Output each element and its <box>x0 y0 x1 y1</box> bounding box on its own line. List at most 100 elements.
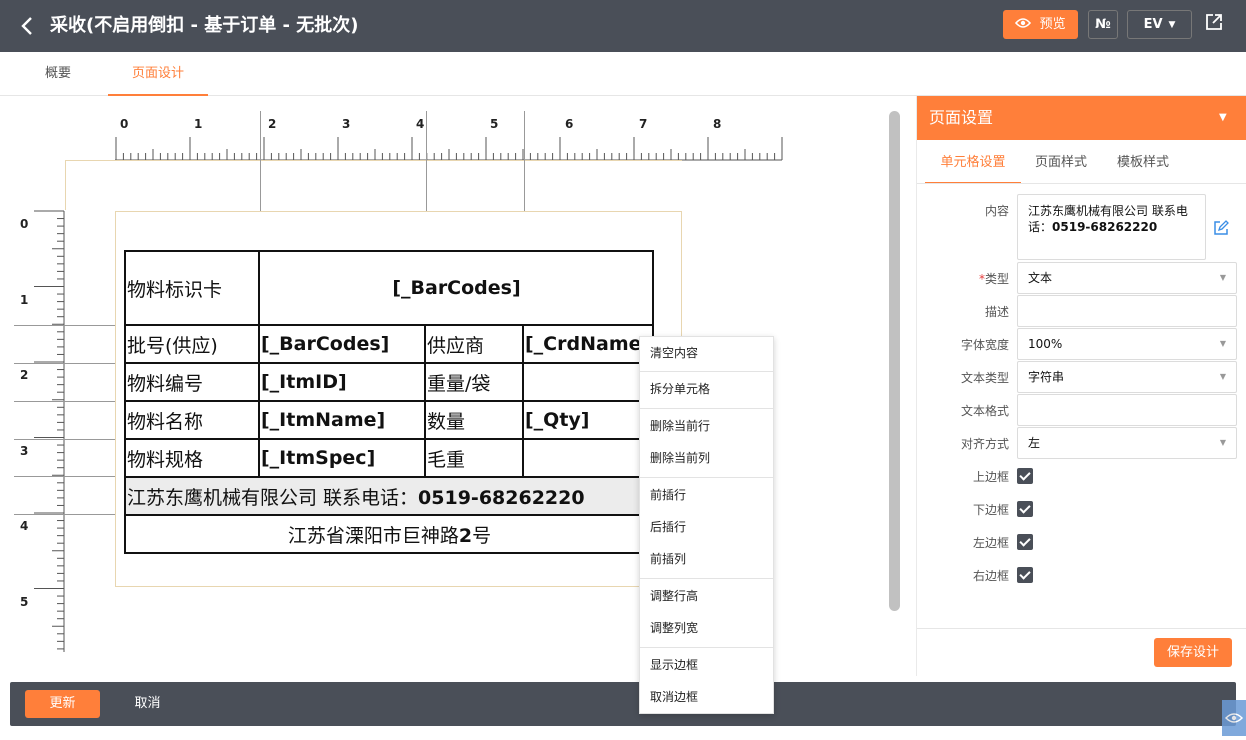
menu-insert-column-before[interactable]: 前插列 <box>640 543 773 575</box>
font-width-label: 字体宽度 <box>960 338 1009 352</box>
top-ruler <box>115 137 783 161</box>
main-tabs: 概要 页面设计 <box>0 52 1246 96</box>
edit-icon[interactable] <box>1213 220 1229 236</box>
guide-line <box>14 401 115 402</box>
border-top-label: 上边框 <box>972 470 1009 484</box>
table-cell[interactable]: 供应商 <box>424 324 524 364</box>
address-cell[interactable]: 江苏省溧阳市巨神路2号 <box>124 514 654 554</box>
cancel-button[interactable]: 取消 <box>120 690 175 718</box>
table-cell[interactable]: [_BarCodes] <box>258 250 654 326</box>
numero-button[interactable]: № <box>1088 10 1118 39</box>
text-format-input[interactable] <box>1017 394 1237 426</box>
top-bar: 采收(不启用倒扣 - 基于订单 - 无批次) 预览 № EV ▼ <box>0 0 1246 52</box>
tab-cell-settings[interactable]: 单元格设置 <box>925 150 1021 184</box>
table-row: 批号(供应) [_BarCodes] 供应商 [_CrdName] <box>124 324 654 364</box>
table-cell[interactable]: [_ItmSpec] <box>258 438 426 478</box>
tab-overview[interactable]: 概要 <box>30 52 86 96</box>
ruler-top-5: 5 <box>490 117 499 131</box>
menu-adjust-row-height[interactable]: 调整行高 <box>640 580 773 612</box>
menu-hide-border[interactable]: 取消边框 <box>640 681 773 713</box>
tab-page-style[interactable]: 页面样式 <box>1027 150 1095 184</box>
page-title: 采收(不启用倒扣 - 基于订单 - 无批次) <box>50 15 359 36</box>
border-top-checkbox[interactable] <box>1017 468 1033 484</box>
table-cell[interactable] <box>522 438 654 478</box>
update-button[interactable]: 更新 <box>25 690 100 718</box>
table-cell[interactable]: 物料名称 <box>124 400 260 440</box>
vertical-scrollbar[interactable] <box>889 111 900 611</box>
border-left-checkbox[interactable] <box>1017 534 1033 550</box>
label-table[interactable]: 物料标识卡 [_BarCodes] 批号(供应) [_BarCodes] 供应商… <box>124 250 654 554</box>
chevron-left-icon <box>21 17 32 35</box>
desc-label: 描述 <box>984 305 1009 319</box>
ruler-top-3: 3 <box>342 117 351 131</box>
preview-label: 预览 <box>1039 17 1066 32</box>
settings-panel: 页面设置 ▼ 单元格设置 页面样式 模板样式 内容 江苏东鹰机械有限公司 联系电… <box>916 96 1246 676</box>
menu-divider <box>640 647 773 648</box>
selected-cell[interactable]: 江苏东鹰机械有限公司 联系电话：0519-68262220 <box>124 476 654 516</box>
table-cell[interactable]: 物料标识卡 <box>124 250 260 326</box>
border-right-checkbox[interactable] <box>1017 567 1033 583</box>
menu-split-cell[interactable]: 拆分单元格 <box>640 373 773 405</box>
ruler-left-0: 0 <box>20 217 29 231</box>
text-type-value: 字符串 <box>1028 370 1065 384</box>
align-label: 对齐方式 <box>960 437 1009 451</box>
menu-divider <box>640 578 773 579</box>
type-label-text: 类型 <box>984 272 1009 286</box>
menu-adjust-column-width[interactable]: 调整列宽 <box>640 612 773 644</box>
table-cell[interactable]: 物料编号 <box>124 362 260 402</box>
ruler-left-4: 4 <box>20 519 29 533</box>
export-icon <box>1206 14 1222 30</box>
ruler-left-1: 1 <box>20 293 29 307</box>
menu-insert-row-before[interactable]: 前插行 <box>640 479 773 511</box>
table-cell[interactable] <box>522 362 654 402</box>
text-type-select[interactable]: 字符串 ▼ <box>1017 361 1237 393</box>
table-row: 物料标识卡 [_BarCodes] <box>124 250 654 326</box>
tab-template-style[interactable]: 模板样式 <box>1101 150 1185 184</box>
table-cell[interactable]: 物料规格 <box>124 438 260 478</box>
table-row: 物料编号 [_ItmID] 重量/袋 <box>124 362 654 402</box>
guide-line <box>426 111 427 211</box>
border-bottom-label: 下边框 <box>972 503 1009 517</box>
tab-page-design[interactable]: 页面设计 <box>108 52 208 96</box>
table-cell[interactable]: [_CrdName] <box>522 324 654 364</box>
table-cell[interactable]: 重量/袋 <box>424 362 524 402</box>
ruler-top-6: 6 <box>565 117 574 131</box>
align-select[interactable]: 左 ▼ <box>1017 427 1237 459</box>
table-cell[interactable]: 毛重 <box>424 438 524 478</box>
text-format-label: 文本格式 <box>960 404 1009 418</box>
table-cell[interactable]: 数量 <box>424 400 524 440</box>
caret-down-icon: ▼ <box>1219 273 1226 282</box>
table-cell[interactable]: [_Qty] <box>522 400 654 440</box>
table-cell[interactable]: [_BarCodes] <box>258 324 426 364</box>
type-label: *类型 <box>917 270 1009 287</box>
ev-dropdown[interactable]: EV ▼ <box>1127 10 1192 39</box>
ruler-left-5: 5 <box>20 595 29 609</box>
content-label: 内容 <box>984 204 1009 218</box>
address-suffix: 号 <box>472 524 492 547</box>
eye-icon[interactable] <box>1222 700 1246 736</box>
export-button[interactable] <box>1204 12 1228 36</box>
menu-divider <box>640 408 773 409</box>
menu-show-border[interactable]: 显示边框 <box>640 649 773 681</box>
eye-icon <box>1015 18 1032 28</box>
border-bottom-checkbox[interactable] <box>1017 501 1033 517</box>
menu-insert-row-after[interactable]: 后插行 <box>640 511 773 543</box>
back-button[interactable] <box>16 14 38 38</box>
preview-button[interactable]: 预览 <box>1003 10 1078 39</box>
table-cell[interactable]: [_ItmID] <box>258 362 426 402</box>
bottom-bar: 更新 取消 <box>10 682 1236 726</box>
type-select[interactable]: 文本 ▼ <box>1017 262 1237 294</box>
ruler-left-2: 2 <box>20 368 29 382</box>
table-cell[interactable]: [_ItmName] <box>258 400 426 440</box>
panel-header[interactable]: 页面设置 ▼ <box>917 96 1246 140</box>
table-cell[interactable]: 批号(供应) <box>124 324 260 364</box>
guide-line <box>260 111 261 211</box>
save-design-button[interactable]: 保存设计 <box>1154 638 1232 667</box>
desc-input[interactable] <box>1017 295 1237 327</box>
menu-clear-content[interactable]: 清空内容 <box>640 337 773 369</box>
content-textarea[interactable]: 江苏东鹰机械有限公司 联系电话：0519-68262220 <box>1017 194 1206 260</box>
menu-delete-row[interactable]: 删除当前行 <box>640 410 773 442</box>
table-row-selected: 江苏东鹰机械有限公司 联系电话：0519-68262220 <box>124 476 654 516</box>
font-width-select[interactable]: 100% ▼ <box>1017 328 1237 360</box>
menu-delete-column[interactable]: 删除当前列 <box>640 442 773 474</box>
